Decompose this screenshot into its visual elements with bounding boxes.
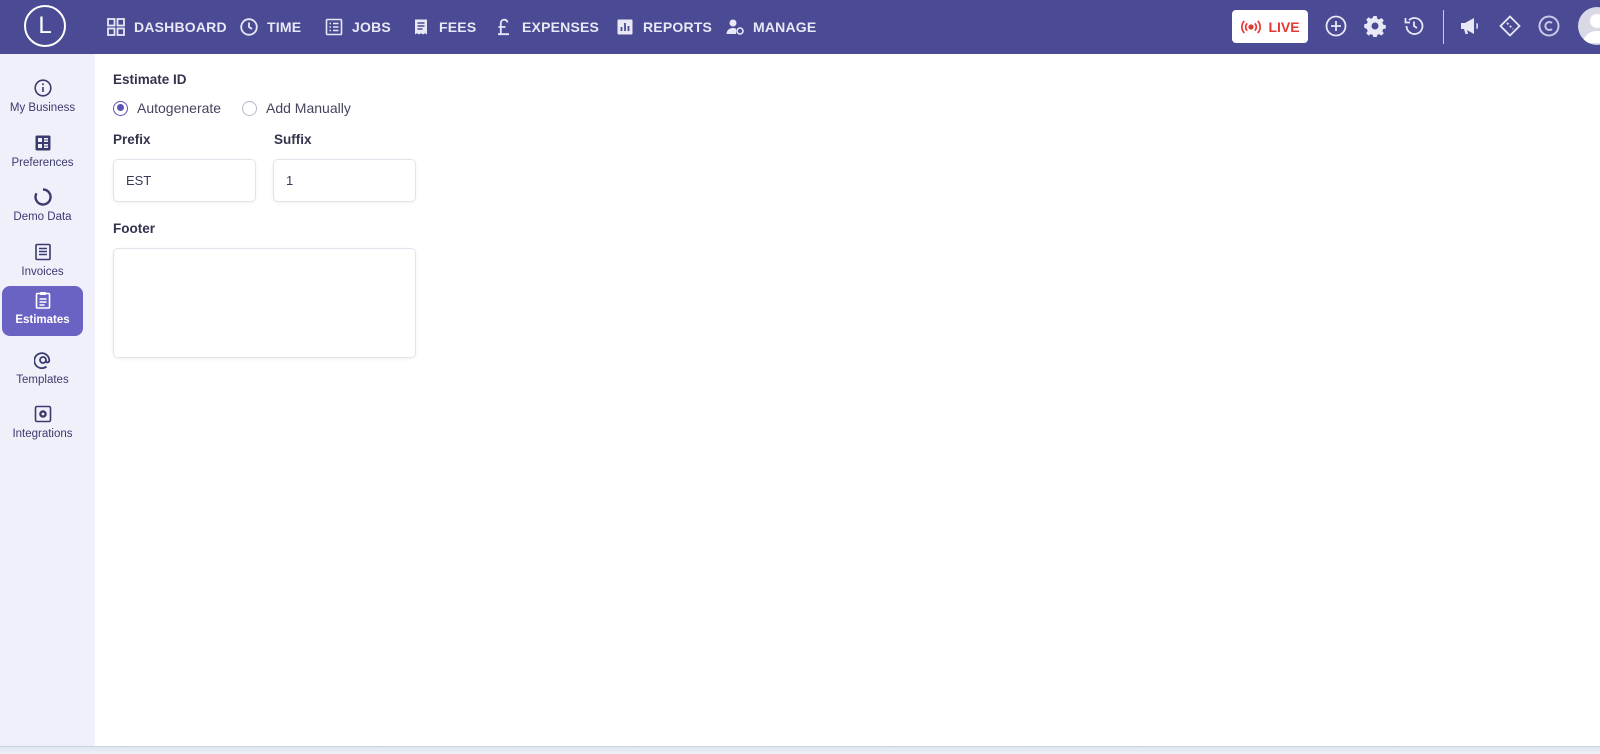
sidebar-item-label: Templates (16, 374, 69, 386)
settings-sidebar: My Business Preferences Demo Data Invoic… (0, 54, 95, 746)
sidebar-item-label: Preferences (11, 157, 74, 169)
radio-add-manually-label: Add Manually (266, 100, 351, 116)
top-navigation-bar: L DASHBOARD TIME JOBS FEES EXPENSES REPO… (0, 0, 1600, 54)
radio-autogenerate[interactable]: Autogenerate (113, 100, 221, 116)
radio-autogenerate-control[interactable] (113, 100, 128, 116)
nav-label: JOBS (352, 19, 391, 35)
radio-add-manually[interactable]: Add Manually (242, 100, 351, 116)
nav-expenses[interactable]: EXPENSES (495, 0, 599, 54)
clipboard-icon (35, 292, 50, 309)
avatar-silhouette-icon (1583, 14, 1600, 43)
user-avatar-icon[interactable] (1578, 7, 1600, 45)
estimate-id-label: Estimate ID (113, 72, 187, 87)
settings-gear-icon[interactable] (1364, 15, 1386, 37)
at-sign-icon (33, 352, 50, 369)
user-gear-icon (726, 19, 744, 35)
sidebar-item-preferences[interactable]: Preferences (2, 129, 83, 179)
history-icon[interactable] (1403, 15, 1425, 37)
list-icon (325, 18, 343, 36)
nav-label: EXPENSES (522, 19, 600, 35)
sidebar-item-my-business[interactable]: My Business (2, 74, 83, 124)
sidebar-item-label: Estimates (15, 314, 70, 326)
radio-add-manually-control[interactable] (242, 100, 257, 116)
info-icon (33, 79, 52, 97)
nav-jobs[interactable]: JOBS (325, 0, 391, 54)
sidebar-item-label: My Business (9, 102, 76, 114)
sidebar-item-invoices[interactable]: Invoices (2, 238, 83, 288)
clock-icon (240, 18, 258, 36)
nav-dashboard[interactable]: DASHBOARD (107, 0, 227, 54)
suffix-label: Suffix (274, 132, 312, 147)
prefix-label: Prefix (113, 132, 151, 147)
ticket-icon[interactable] (1499, 15, 1521, 37)
receipt-icon (415, 19, 427, 35)
nav-label: TIME (267, 19, 302, 35)
sidebar-item-demo-data[interactable]: Demo Data (2, 183, 83, 233)
suffix-input[interactable] (273, 159, 416, 202)
add-circle-icon[interactable] (1325, 15, 1347, 37)
integration-gear-icon (34, 405, 51, 423)
nav-reports[interactable]: REPORTS (616, 0, 712, 54)
app-logo[interactable]: L (24, 5, 66, 47)
refresh-circle-icon (33, 188, 52, 206)
preferences-icon (35, 135, 50, 151)
sidebar-item-label: Demo Data (13, 211, 72, 223)
nav-label: MANAGE (753, 19, 817, 35)
invoice-icon (34, 243, 51, 261)
nav-manage[interactable]: MANAGE (726, 0, 816, 54)
bar-chart-icon (617, 19, 633, 35)
toolbar-divider (1443, 10, 1444, 44)
nav-time[interactable]: TIME (240, 0, 301, 54)
footer-textarea[interactable] (113, 248, 416, 358)
radio-autogenerate-label: Autogenerate (137, 100, 222, 116)
currency-c-icon[interactable] (1538, 15, 1560, 37)
sidebar-item-label: Invoices (21, 266, 64, 278)
live-button[interactable]: LIVE (1232, 10, 1308, 43)
nav-label: FEES (439, 19, 477, 35)
live-label: LIVE (1268, 18, 1300, 35)
sidebar-item-integrations[interactable]: Integrations (2, 400, 83, 450)
sidebar-item-estimates[interactable]: Estimates (2, 286, 83, 336)
broadcast-icon (1241, 19, 1262, 34)
megaphone-icon[interactable] (1459, 15, 1481, 37)
pound-icon (498, 18, 509, 36)
nav-label: REPORTS (643, 19, 713, 35)
prefix-input[interactable] (113, 159, 256, 202)
sidebar-item-templates[interactable]: Templates (2, 346, 83, 396)
sidebar-item-label: Integrations (12, 428, 73, 440)
nav-fees[interactable]: FEES (412, 0, 476, 54)
nav-label: DASHBOARD (134, 19, 227, 35)
dashboard-grid-icon (107, 18, 125, 36)
footer-label: Footer (113, 221, 155, 236)
